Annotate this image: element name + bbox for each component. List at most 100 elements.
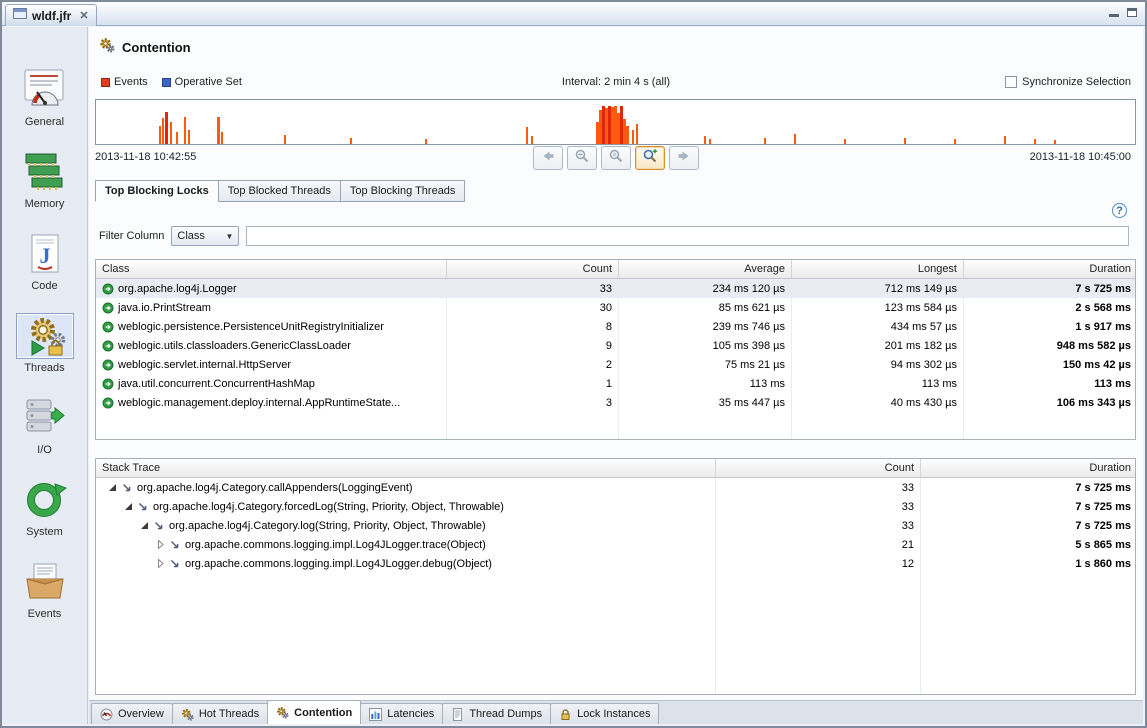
bottom-tab-contention[interactable]: Contention: [267, 700, 361, 724]
synchronize-selection[interactable]: Synchronize Selection: [1005, 76, 1131, 88]
timeline-bar: [350, 138, 352, 144]
table-row[interactable]: weblogic.servlet.internal.HttpServer275 …: [96, 355, 1135, 374]
table-row[interactable]: java.io.PrintStream3085 ms 621 µs123 ms …: [96, 298, 1135, 317]
method-name: org.apache.log4j.Category.callAppenders(…: [137, 482, 413, 494]
tab-top-blocked-threads[interactable]: Top Blocked Threads: [219, 180, 341, 202]
stack-frame-icon: [153, 520, 165, 532]
column-header-count[interactable]: Count: [447, 260, 619, 278]
timeline-chart[interactable]: [95, 99, 1136, 145]
bottom-tab-thread-dumps[interactable]: Thread Dumps: [442, 703, 551, 724]
table-row[interactable]: weblogic.management.deploy.internal.AppR…: [96, 393, 1135, 412]
timeline-bar: [709, 139, 711, 144]
bottom-tab-bar: OverviewHot ThreadsContentionLatenciesTh…: [89, 700, 1143, 724]
timeline-bar: [526, 127, 528, 144]
minimize-icon[interactable]: [1109, 14, 1119, 17]
events-icon: [16, 559, 74, 605]
filter-input[interactable]: [246, 226, 1129, 246]
duration-cell: 1 s 860 ms: [921, 554, 1137, 573]
duration-cell: 7 s 725 ms: [964, 279, 1137, 298]
bottom-tab-hot-threads[interactable]: Hot Threads: [172, 703, 268, 724]
count-cell: 21: [716, 535, 921, 554]
zoom-range-button[interactable]: [601, 146, 631, 170]
bottom-tab-lock-instances[interactable]: Lock Instances: [550, 703, 659, 724]
timeline-bar: [1034, 139, 1036, 144]
class-cell: org.apache.log4j.Logger: [96, 279, 447, 298]
sidebar-item-label: Code: [31, 280, 57, 292]
restore-icon[interactable]: [1127, 8, 1137, 17]
column-header-average[interactable]: Average: [619, 260, 792, 278]
sidebar-item-system[interactable]: System: [16, 477, 74, 538]
contention-page: Contention Events Operative Set Interval…: [89, 27, 1143, 724]
zoom-out-button[interactable]: [567, 146, 597, 170]
count-cell: 33: [447, 279, 619, 298]
sidebar-item-general[interactable]: General: [16, 67, 74, 128]
tab-top-blocking-locks[interactable]: Top Blocking Locks: [95, 180, 219, 202]
bottom-tab-latencies[interactable]: Latencies: [360, 703, 443, 724]
timeline-bar: [764, 138, 766, 144]
synchronize-checkbox[interactable]: [1005, 76, 1017, 88]
table-row[interactable]: java.util.concurrent.ConcurrentHashMap11…: [96, 374, 1135, 393]
collapse-icon[interactable]: [108, 483, 117, 492]
history-back-button[interactable]: [533, 146, 563, 170]
class-icon: [102, 340, 114, 352]
expand-icon[interactable]: [156, 559, 165, 568]
chevron-down-icon: ▼: [225, 232, 233, 241]
column-header-longest[interactable]: Longest: [792, 260, 964, 278]
help-icon[interactable]: ?: [1112, 203, 1127, 218]
close-tab-icon[interactable]: ✕: [76, 9, 88, 22]
filter-column-dropdown[interactable]: Class ▼: [171, 226, 239, 246]
tree-row[interactable]: org.apache.log4j.Category.callAppenders(…: [96, 478, 1135, 497]
timeline-bar: [1054, 140, 1056, 144]
sidebar-item-events[interactable]: Events: [16, 559, 74, 620]
stack-frame-cell: org.apache.commons.logging.impl.Log4JLog…: [96, 535, 716, 554]
bottom-tab-overview[interactable]: Overview: [91, 703, 173, 724]
column-header-duration[interactable]: Duration: [964, 260, 1137, 278]
sidebar-item-code[interactable]: JCode: [16, 231, 74, 292]
tab-top-blocking-threads[interactable]: Top Blocking Threads: [341, 180, 466, 202]
longest-cell: 123 ms 584 µs: [792, 298, 964, 317]
sidebar-item-threads[interactable]: Threads: [16, 313, 74, 374]
tree-row[interactable]: org.apache.commons.logging.impl.Log4JLog…: [96, 535, 1135, 554]
timeline-bar: [162, 118, 164, 144]
table-row[interactable]: org.apache.log4j.Logger33234 ms 120 µs71…: [96, 279, 1135, 298]
timeline-start-time: 2013-11-18 10:42:55: [95, 151, 196, 163]
filler-cell: [96, 573, 716, 693]
sidebar-item-i-o[interactable]: I/O: [16, 395, 74, 456]
application-window: wldf.jfr ✕ General Memory JCode Threads I/O S…: [0, 0, 1147, 728]
column-header-count[interactable]: Count: [716, 459, 921, 477]
filler-cell: [447, 412, 619, 439]
duration-cell: 106 ms 343 µs: [964, 393, 1137, 412]
stack-frame-icon: [137, 501, 149, 513]
column-header-duration[interactable]: Duration: [921, 459, 1137, 477]
timeline-bar: [188, 130, 190, 144]
column-header-stack-trace[interactable]: Stack Trace: [96, 459, 716, 477]
count-cell: 9: [447, 336, 619, 355]
synchronize-label: Synchronize Selection: [1022, 76, 1131, 88]
table-row[interactable]: weblogic.utils.classloaders.GenericClass…: [96, 336, 1135, 355]
tree-row[interactable]: org.apache.log4j.Category.log(String, Pr…: [96, 516, 1135, 535]
column-header-class[interactable]: Class: [96, 260, 447, 278]
class-cell: weblogic.utils.classloaders.GenericClass…: [96, 336, 447, 355]
zoom-in-button[interactable]: [635, 146, 665, 170]
zoom-in-icon: [642, 148, 658, 169]
longest-cell: 434 ms 57 µs: [792, 317, 964, 336]
tree-row[interactable]: org.apache.log4j.Category.forcedLog(Stri…: [96, 497, 1135, 516]
editor-tab-wldf[interactable]: wldf.jfr ✕: [5, 4, 97, 26]
expand-icon[interactable]: [156, 540, 165, 549]
table-row[interactable]: weblogic.persistence.PersistenceUnitRegi…: [96, 317, 1135, 336]
duration-cell: 1 s 917 ms: [964, 317, 1137, 336]
class-cell: weblogic.servlet.internal.HttpServer: [96, 355, 447, 374]
zoom-range-icon: [608, 148, 624, 169]
memory-icon: [16, 149, 74, 195]
count-cell: 8: [447, 317, 619, 336]
duration-cell: 7 s 725 ms: [921, 497, 1137, 516]
collapse-icon[interactable]: [140, 521, 149, 530]
average-cell: 113 ms: [619, 374, 792, 393]
stack-trace-table: Stack TraceCountDuration org.apache.log4…: [95, 458, 1136, 695]
tree-row[interactable]: org.apache.commons.logging.impl.Log4JLog…: [96, 554, 1135, 573]
stack-frame-icon: [169, 539, 181, 551]
history-forward-button[interactable]: [669, 146, 699, 170]
count-cell: 30: [447, 298, 619, 317]
sidebar-item-memory[interactable]: Memory: [16, 149, 74, 210]
collapse-icon[interactable]: [124, 502, 133, 511]
